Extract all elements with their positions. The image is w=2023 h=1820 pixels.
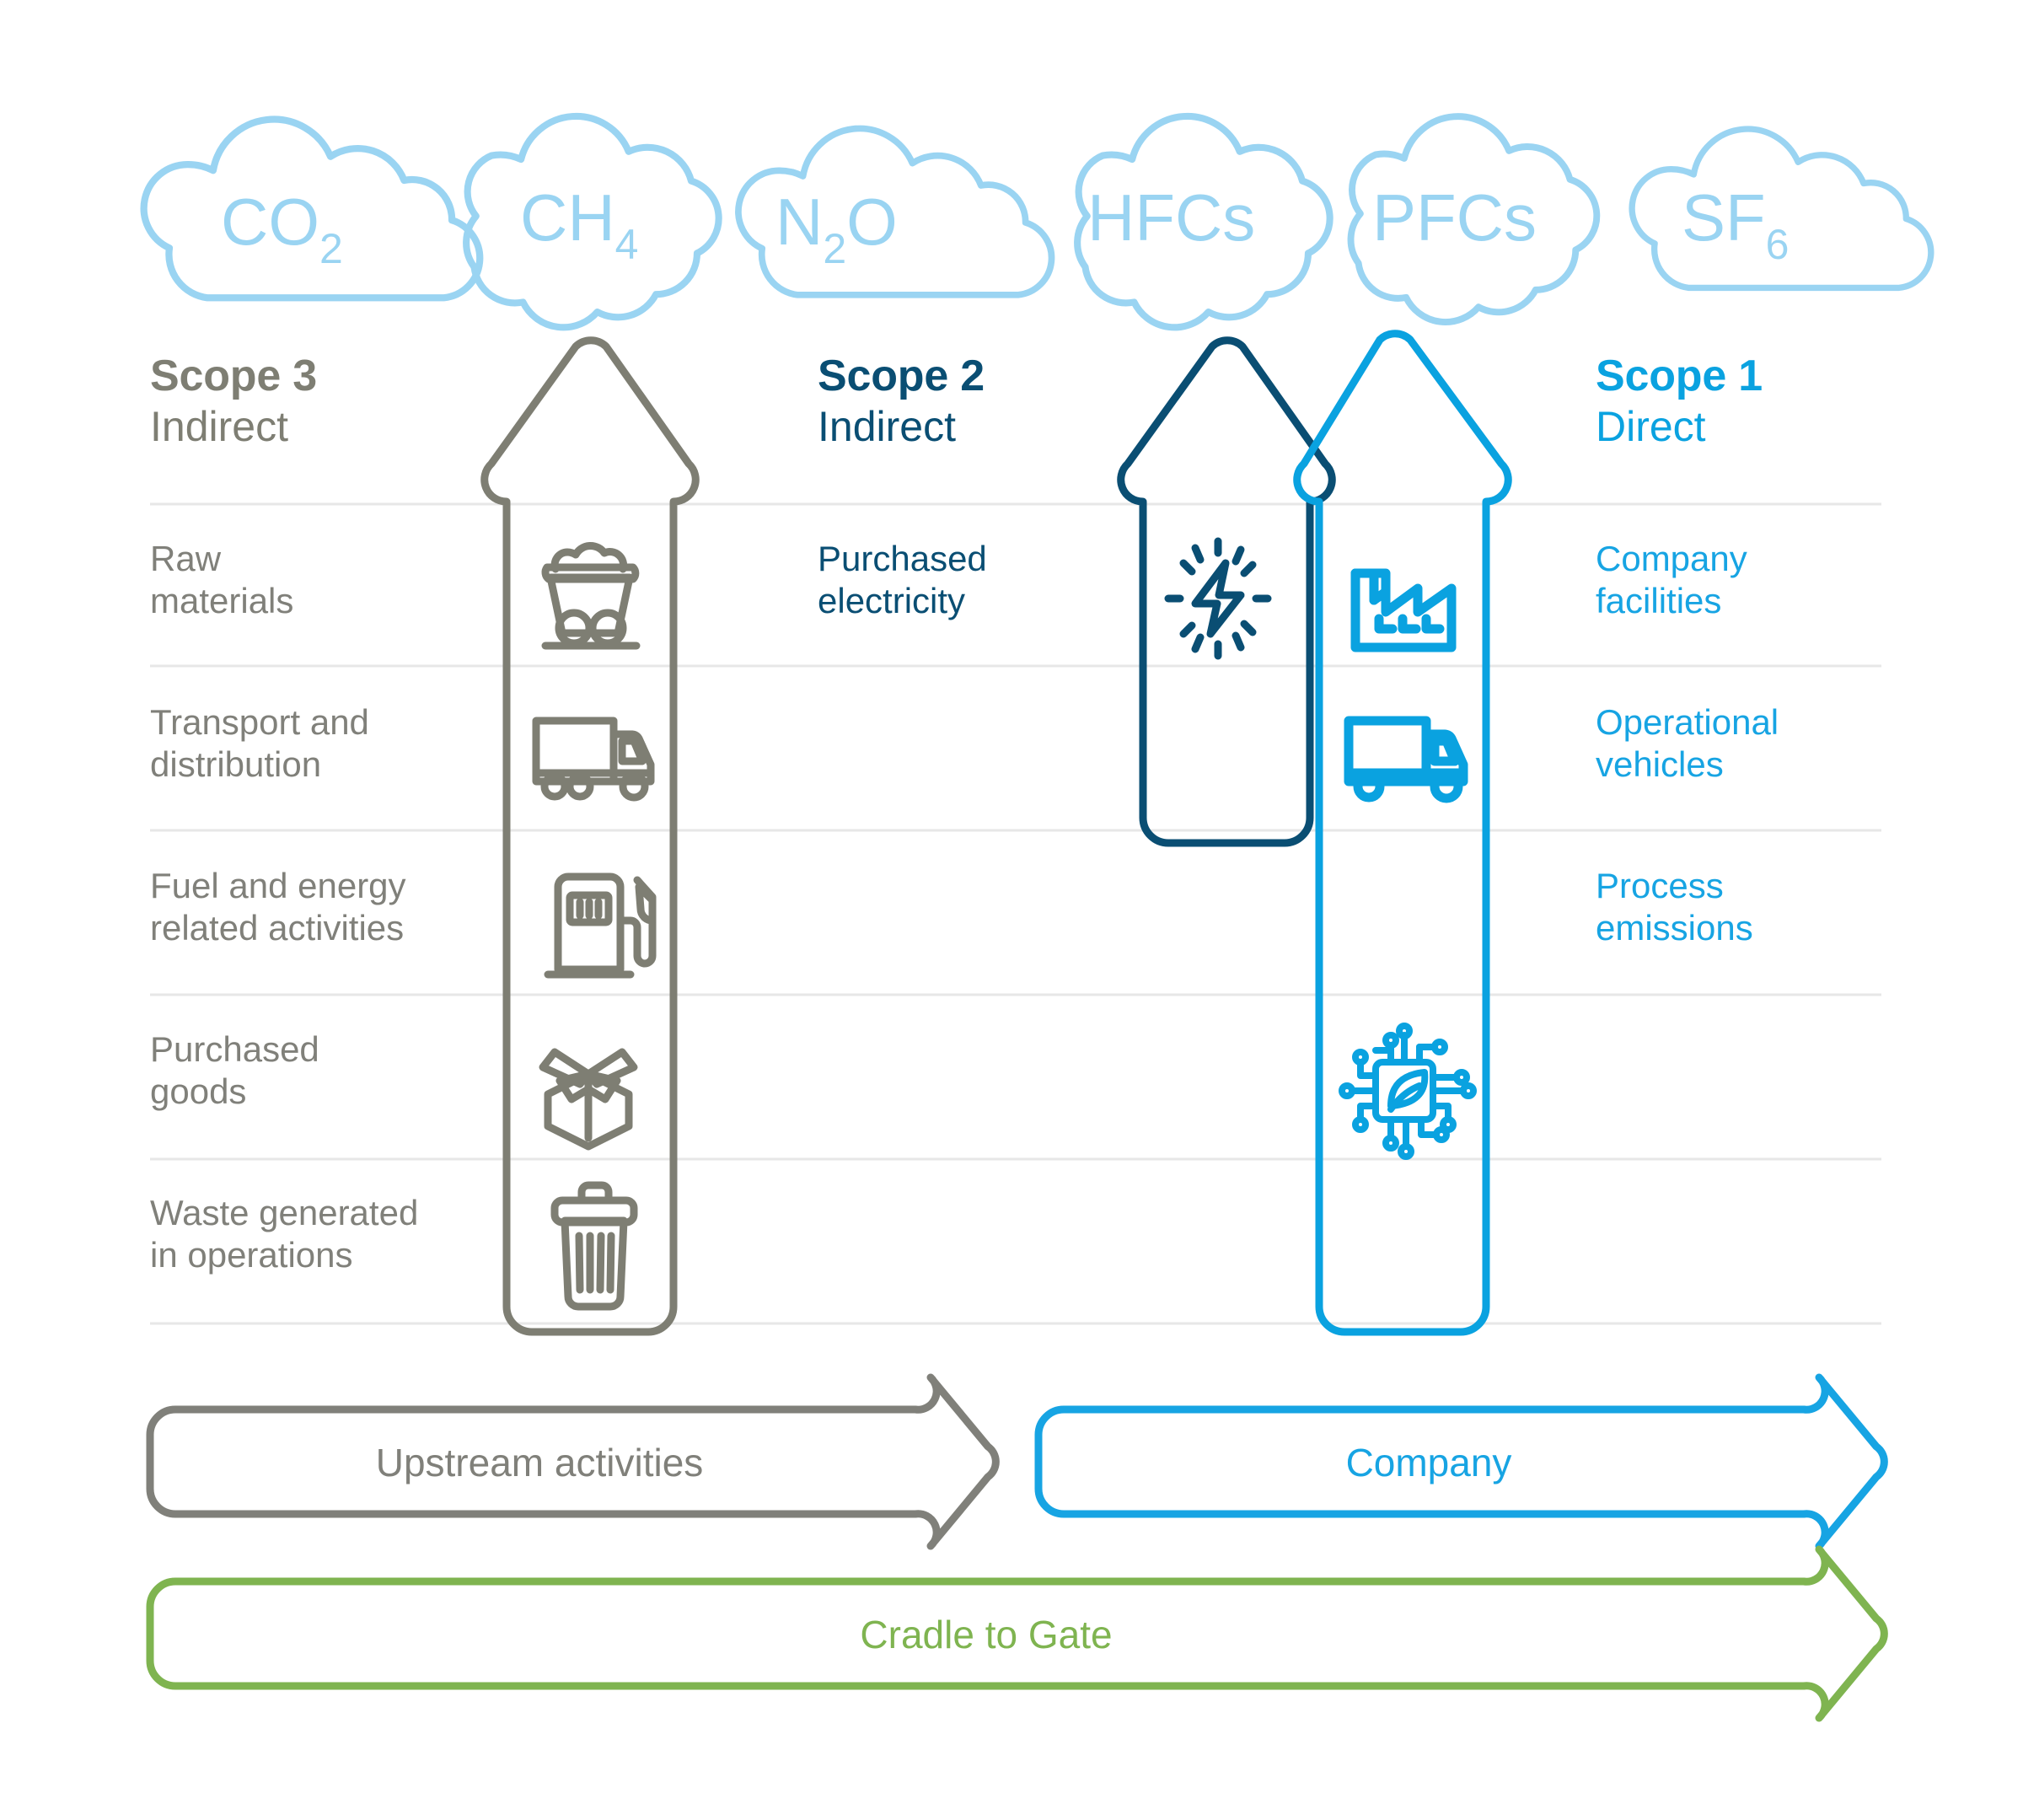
diagram-canvas: CO2 CH4 N2O HFCs PFCs SF6 Scope 3 Indire… [0,0,2023,1820]
upstream-activities-label: Upstream activities [375,1441,704,1484]
company-label: Company [1345,1441,1512,1484]
band-arrow-layer [146,1373,1888,1722]
cradle-to-gate-label: Cradle to Gate [860,1613,1113,1656]
